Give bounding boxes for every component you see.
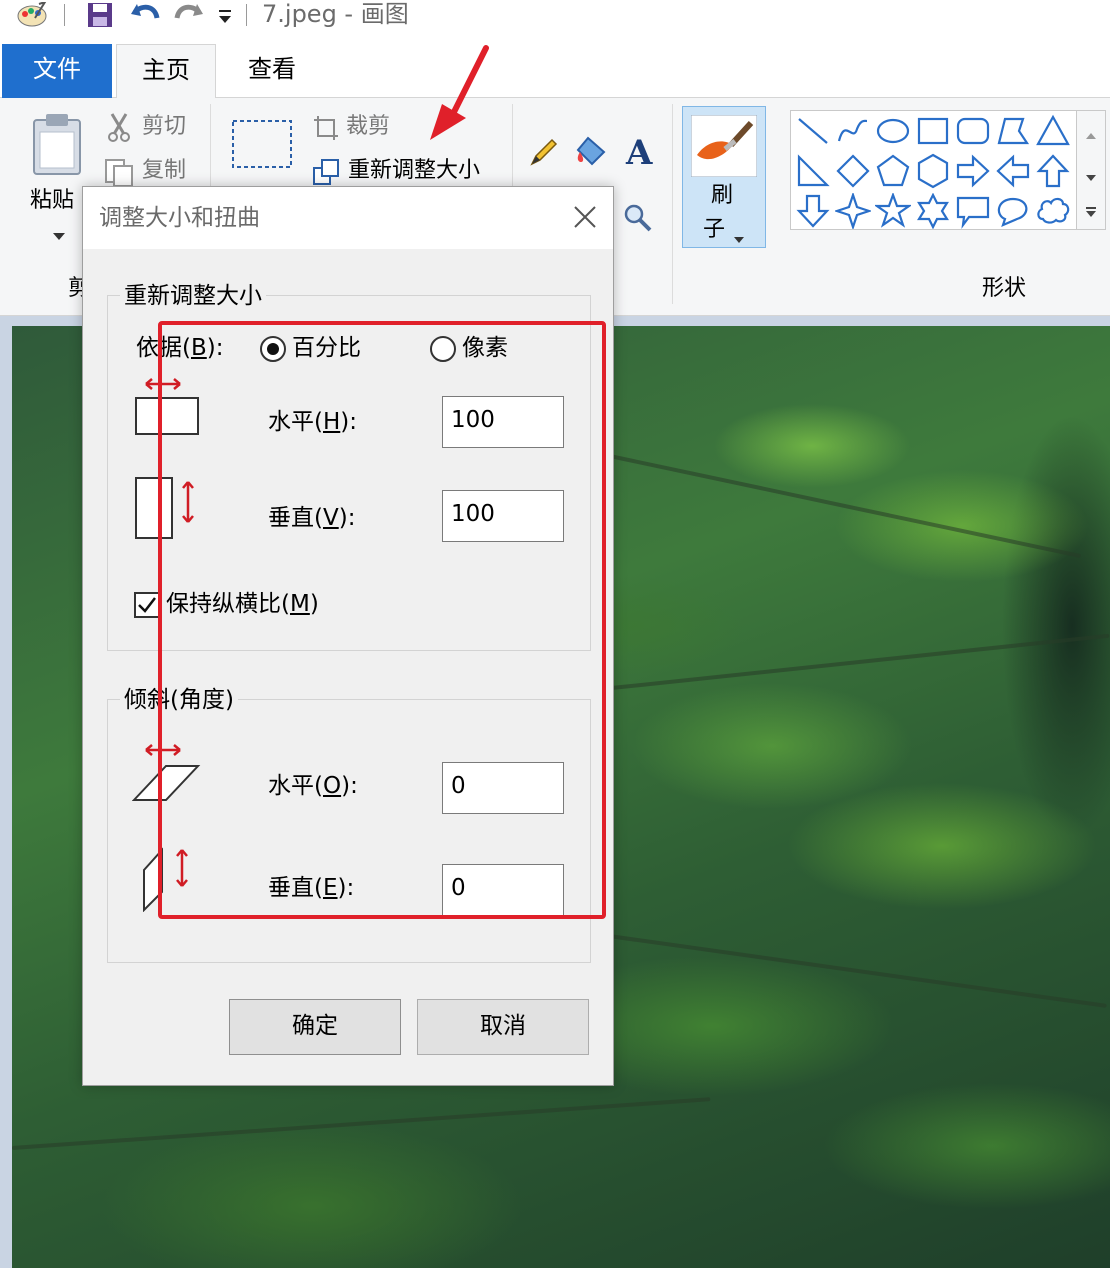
pentagon-shape-icon[interactable] — [875, 153, 911, 189]
window-title: 7.jpeg - 画图 — [262, 0, 409, 28]
chevron-down-icon[interactable] — [1085, 167, 1097, 186]
resize-group-title: 重新调整大小 — [120, 282, 266, 310]
brush-icon — [690, 114, 758, 181]
shapes-group-label: 形状 — [982, 276, 1027, 301]
keep-ratio-checkbox[interactable] — [134, 592, 160, 618]
cut-label[interactable]: 剪切 — [142, 114, 186, 140]
text-icon[interactable]: A — [624, 133, 656, 173]
ok-button[interactable]: 确定 — [229, 999, 401, 1055]
cut-icon[interactable] — [106, 112, 132, 146]
rounded-rectangle-shape-icon[interactable] — [955, 113, 991, 149]
fill-icon[interactable] — [574, 134, 610, 172]
diamond-shape-icon[interactable] — [835, 153, 871, 189]
svg-text:A: A — [625, 134, 653, 168]
left-arrow-shape-icon[interactable] — [995, 153, 1031, 189]
six-point-star-shape-icon[interactable] — [915, 193, 951, 229]
triangle-shape-icon[interactable] — [1035, 113, 1071, 149]
undo-icon[interactable] — [128, 2, 162, 28]
separator — [64, 4, 65, 26]
annotation-arrow-icon — [420, 44, 500, 148]
expand-gallery-icon[interactable] — [1085, 203, 1097, 222]
image-branch — [571, 446, 1082, 559]
resize-label[interactable]: 重新调整大小 — [348, 158, 480, 184]
image-branch — [551, 926, 1107, 1008]
oval-callout-shape-icon[interactable] — [995, 193, 1031, 229]
title-bar: 7.jpeg - 画图 — [0, 0, 1110, 44]
image-branch — [611, 633, 1110, 690]
cancel-button[interactable]: 取消 — [417, 999, 589, 1055]
image-branch — [12, 1097, 711, 1150]
brush-dropdown-icon — [733, 229, 745, 248]
paint-app-icon[interactable] — [14, 2, 50, 28]
customize-dropdown-icon[interactable] — [214, 2, 236, 28]
four-point-star-shape-icon[interactable] — [835, 193, 871, 229]
rectangle-shape-icon[interactable] — [915, 113, 951, 149]
brush-label-2: 子 — [703, 217, 726, 242]
shapes-gallery — [790, 110, 1084, 230]
crop-icon[interactable] — [312, 114, 340, 146]
separator — [246, 4, 247, 26]
line-shape-icon[interactable] — [795, 113, 831, 149]
paste-dropdown-icon[interactable] — [52, 226, 66, 245]
ribbon-tabs: 文件 主页 查看 — [0, 44, 1110, 99]
up-arrow-shape-icon[interactable] — [1035, 153, 1071, 189]
brush-button[interactable]: 刷 子 — [682, 106, 766, 248]
down-arrow-shape-icon[interactable] — [795, 193, 831, 229]
save-icon[interactable] — [84, 2, 116, 28]
chevron-up-icon[interactable] — [1085, 125, 1097, 144]
tab-file[interactable]: 文件 — [2, 44, 112, 98]
dialog-title-bar: 调整大小和扭曲 — [83, 187, 613, 249]
separator — [672, 104, 673, 304]
brush-label-1: 刷 — [711, 183, 734, 208]
right-arrow-shape-icon[interactable] — [955, 153, 991, 189]
five-point-star-shape-icon[interactable] — [875, 193, 911, 229]
curve-shape-icon[interactable] — [835, 113, 871, 149]
oval-shape-icon[interactable] — [875, 113, 911, 149]
polygon-shape-icon[interactable] — [995, 113, 1031, 149]
tab-view[interactable]: 查看 — [226, 44, 318, 98]
redo-icon[interactable] — [172, 2, 206, 28]
cloud-callout-shape-icon[interactable] — [1035, 193, 1071, 229]
dialog-title: 调整大小和扭曲 — [99, 205, 260, 231]
copy-label[interactable]: 复制 — [142, 158, 186, 184]
rect-callout-shape-icon[interactable] — [955, 193, 991, 229]
right-triangle-shape-icon[interactable] — [795, 153, 831, 189]
pencil-icon[interactable] — [528, 136, 560, 172]
hexagon-shape-icon[interactable] — [915, 153, 951, 189]
crop-label[interactable]: 裁剪 — [346, 114, 390, 140]
magnifier-icon[interactable] — [622, 202, 654, 238]
select-icon[interactable] — [230, 118, 294, 174]
shapes-scroll[interactable] — [1076, 110, 1106, 230]
paste-icon[interactable] — [30, 112, 84, 180]
check-icon — [138, 597, 156, 613]
annotation-highlight-box — [158, 321, 606, 919]
close-icon[interactable] — [567, 199, 603, 235]
paste-label[interactable]: 粘贴 — [30, 188, 74, 214]
tab-home[interactable]: 主页 — [116, 44, 216, 99]
